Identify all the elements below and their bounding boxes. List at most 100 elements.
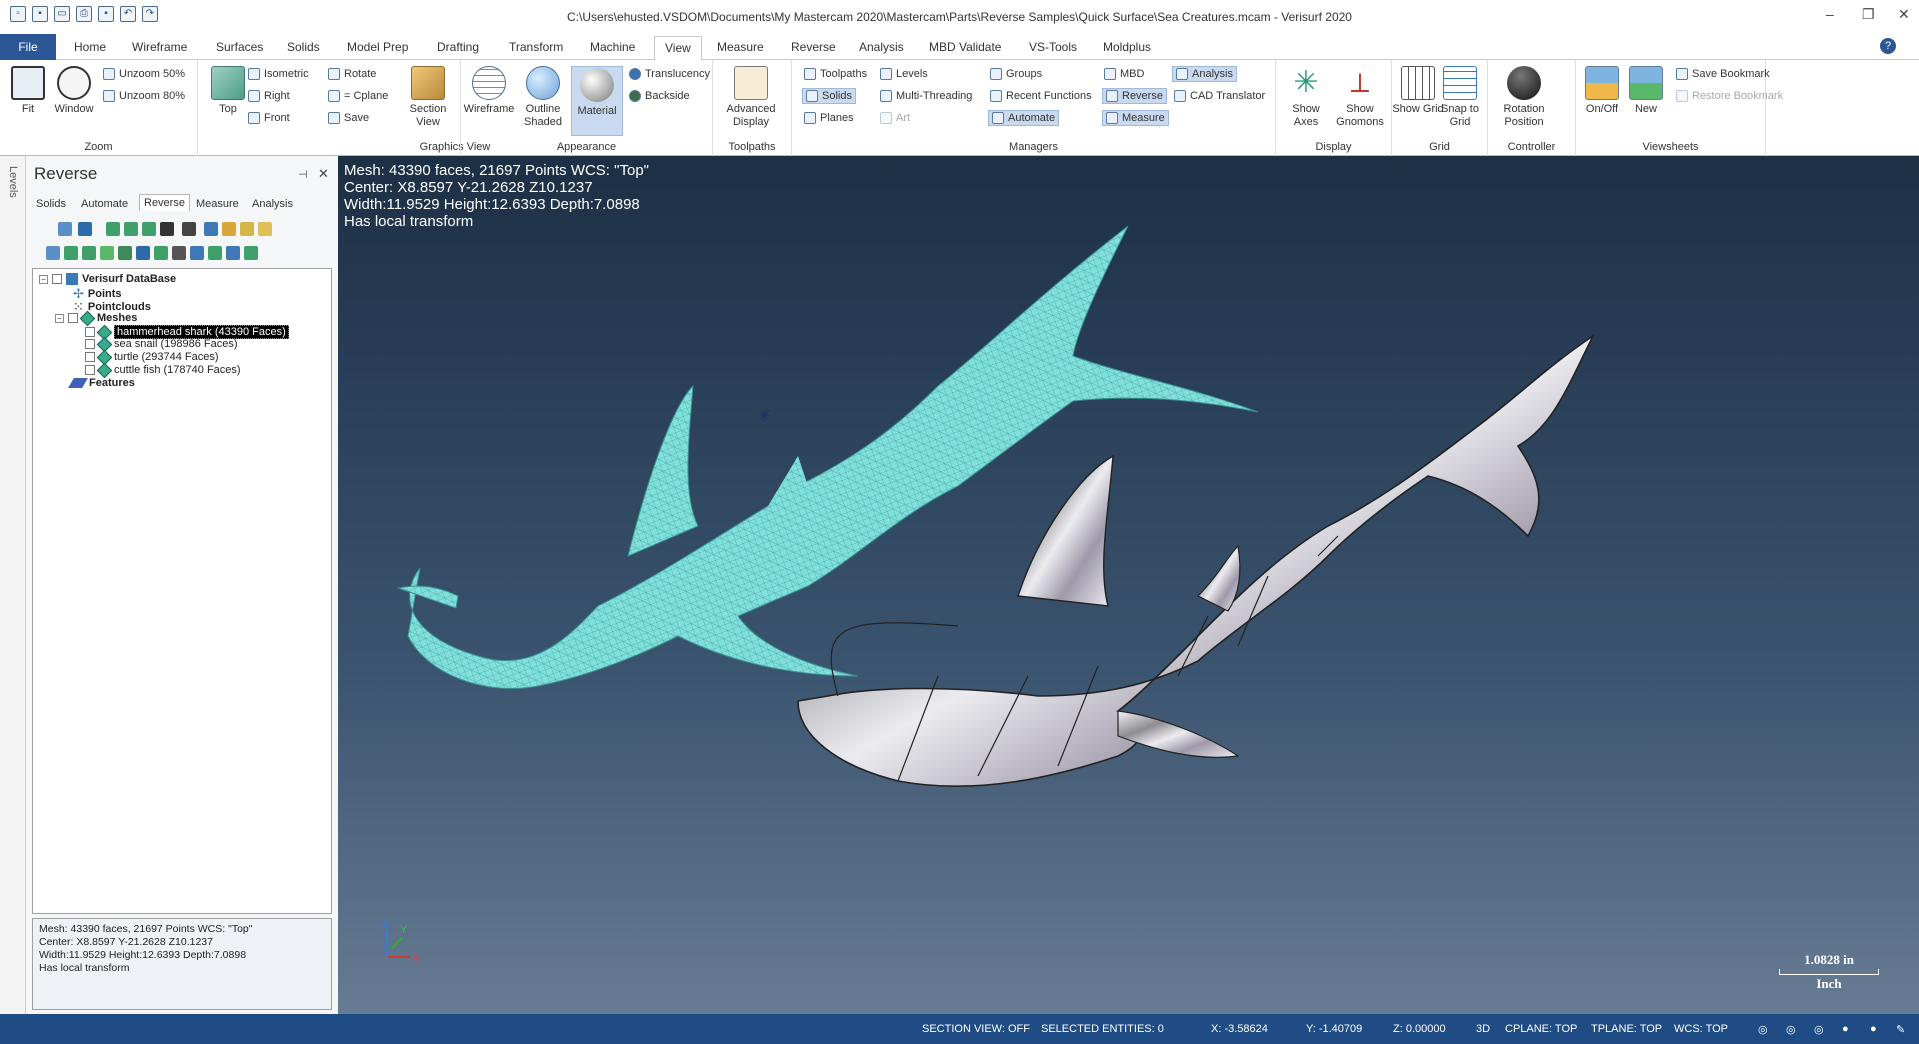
section-view-button[interactable]: Section View (402, 66, 454, 129)
toolbar-icon[interactable] (118, 246, 132, 260)
right-view-button[interactable]: Right (248, 90, 290, 102)
analysis-manager-button[interactable]: Analysis (1172, 66, 1237, 82)
cplane-status[interactable]: CPLANE: TOP (1505, 1023, 1577, 1035)
mbd-manager-button[interactable]: MBD (1104, 68, 1144, 80)
tab-analysis[interactable]: Analysis (859, 40, 904, 54)
graphics-viewport[interactable]: ✳ Mesh: 43390 faces, 21697 Points WCS: "… (338, 156, 1919, 1014)
sphere-icon[interactable]: ● (1870, 1023, 1877, 1035)
minimize-icon[interactable]: – (1826, 6, 1834, 22)
isometric-button[interactable]: Isometric (248, 68, 309, 80)
cplane-button[interactable]: = Cplane (328, 90, 388, 102)
toolbar-icon[interactable] (182, 222, 196, 236)
tab-view[interactable]: View (654, 36, 702, 61)
toolbar-icon[interactable] (190, 246, 204, 260)
tab-moldplus[interactable]: Moldplus (1103, 40, 1151, 54)
art-manager-button[interactable]: Art (880, 112, 910, 124)
tree-node-mesh-item[interactable]: hammerhead shark (43390 Faces) (85, 324, 289, 340)
top-view-button[interactable]: Top (202, 66, 254, 116)
selected-entities-status[interactable]: SELECTED ENTITIES: 0 (1041, 1023, 1164, 1035)
toolpaths-manager-button[interactable]: Toolpaths (804, 68, 867, 80)
toolbar-icon[interactable] (172, 246, 186, 260)
translucency-button[interactable]: Translucency (629, 68, 710, 80)
tab-measure[interactable]: Measure (717, 40, 764, 54)
save-bookmark-button[interactable]: Save Bookmark (1676, 68, 1770, 80)
toolbar-icon[interactable] (160, 222, 174, 236)
levels-manager-button[interactable]: Levels (880, 68, 928, 80)
recent-functions-button[interactable]: Recent Functions (990, 90, 1092, 102)
tplane-status[interactable]: TPLANE: TOP (1591, 1023, 1662, 1035)
planes-manager-button[interactable]: Planes (804, 112, 854, 124)
toolbar-icon[interactable] (58, 222, 72, 236)
snap-to-grid-button[interactable]: Snap to Grid (1434, 66, 1486, 129)
toolbar-icon[interactable] (208, 246, 222, 260)
panel-tab-solids[interactable]: Solids (36, 198, 66, 210)
toolbar-icon[interactable] (64, 246, 78, 260)
solids-manager-button[interactable]: Solids (802, 88, 856, 104)
reverse-manager-button[interactable]: Reverse (1102, 88, 1167, 104)
tree-node-root[interactable]: − Verisurf DataBase (39, 273, 176, 285)
globe-icon[interactable]: ◎ (1758, 1023, 1768, 1036)
toolbar-icon[interactable] (204, 222, 218, 236)
toolbar-icon[interactable] (244, 246, 258, 260)
unzoom-80-button[interactable]: Unzoom 80% (103, 90, 185, 102)
save-view-button[interactable]: Save (328, 112, 369, 124)
measure-manager-button[interactable]: Measure (1102, 110, 1169, 126)
toolbar-icon[interactable] (106, 222, 120, 236)
toolbar-icon[interactable] (226, 246, 240, 260)
panel-tab-reverse[interactable]: Reverse (139, 194, 190, 211)
tab-drafting[interactable]: Drafting (437, 40, 479, 54)
toolbar-icon[interactable] (46, 246, 60, 260)
toolbar-icon[interactable] (154, 246, 168, 260)
window-zoom-button[interactable]: Window (48, 66, 100, 116)
toolbar-icon[interactable] (124, 222, 138, 236)
checkbox[interactable] (85, 339, 95, 349)
collapse-icon[interactable]: − (55, 313, 64, 323)
tab-vs-tools[interactable]: VS-Tools (1029, 40, 1077, 54)
checkbox[interactable] (68, 313, 78, 323)
toolbar-icon[interactable] (82, 246, 96, 260)
advanced-display-button[interactable]: Advanced Display (725, 66, 777, 129)
tab-file[interactable]: File (0, 34, 56, 60)
globe-icon[interactable]: ◎ (1814, 1023, 1824, 1036)
collapse-icon[interactable]: − (39, 274, 48, 284)
checkbox[interactable] (85, 352, 95, 362)
rotate-button[interactable]: Rotate (328, 68, 376, 80)
shaded-sphere-icon[interactable]: ● (1842, 1023, 1849, 1035)
toolbar-icon[interactable] (136, 246, 150, 260)
panel-close-icon[interactable]: ✕ (318, 166, 329, 182)
levels-tab[interactable]: Levels (7, 166, 19, 198)
close-icon[interactable]: ✕ (1898, 6, 1910, 23)
panel-tab-automate[interactable]: Automate (81, 198, 128, 210)
material-button[interactable]: Material (571, 66, 623, 136)
checkbox[interactable] (85, 327, 95, 337)
toolbar-icon[interactable] (258, 222, 272, 236)
rotation-position-button[interactable]: Rotation Position (1498, 66, 1550, 129)
front-view-button[interactable]: Front (248, 112, 290, 124)
restore-icon[interactable]: ❐ (1862, 6, 1875, 23)
mode-3d-status[interactable]: 3D (1476, 1023, 1490, 1035)
help-icon[interactable]: ? (1880, 38, 1896, 54)
checkbox[interactable] (85, 365, 95, 375)
tree-node-meshes[interactable]: − Meshes (55, 310, 137, 326)
wireframe-button[interactable]: Wireframe (463, 66, 515, 116)
edit-icon[interactable]: ✎ (1896, 1023, 1905, 1036)
checkbox[interactable] (52, 274, 62, 284)
toolbar-icon[interactable] (222, 222, 236, 236)
tab-surfaces[interactable]: Surfaces (216, 40, 263, 54)
section-view-status[interactable]: SECTION VIEW: OFF (922, 1023, 1030, 1035)
show-axes-button[interactable]: ✳ Show Axes (1280, 66, 1332, 129)
wcs-status[interactable]: WCS: TOP (1674, 1023, 1728, 1035)
tab-reverse[interactable]: Reverse (791, 40, 836, 54)
cad-translator-button[interactable]: CAD Translator (1174, 90, 1265, 102)
fit-button[interactable]: Fit (2, 66, 54, 116)
show-gnomons-button[interactable]: ⟂ Show Gnomons (1334, 66, 1386, 129)
pin-icon[interactable]: ⊣ (298, 168, 308, 181)
groups-manager-button[interactable]: Groups (990, 68, 1042, 80)
panel-tab-analysis[interactable]: Analysis (252, 198, 293, 210)
tree-node-mesh-item[interactable]: cuttle fish (178740 Faces) (85, 362, 241, 378)
tree-node-mesh-item[interactable]: sea snail (198986 Faces) (85, 336, 238, 352)
tab-mbd-validate[interactable]: MBD Validate (929, 40, 1001, 54)
surface-shark-model[interactable] (797, 333, 1596, 788)
tree-node-mesh-item[interactable]: turtle (293744 Faces) (85, 349, 219, 365)
tab-solids[interactable]: Solids (287, 40, 320, 54)
